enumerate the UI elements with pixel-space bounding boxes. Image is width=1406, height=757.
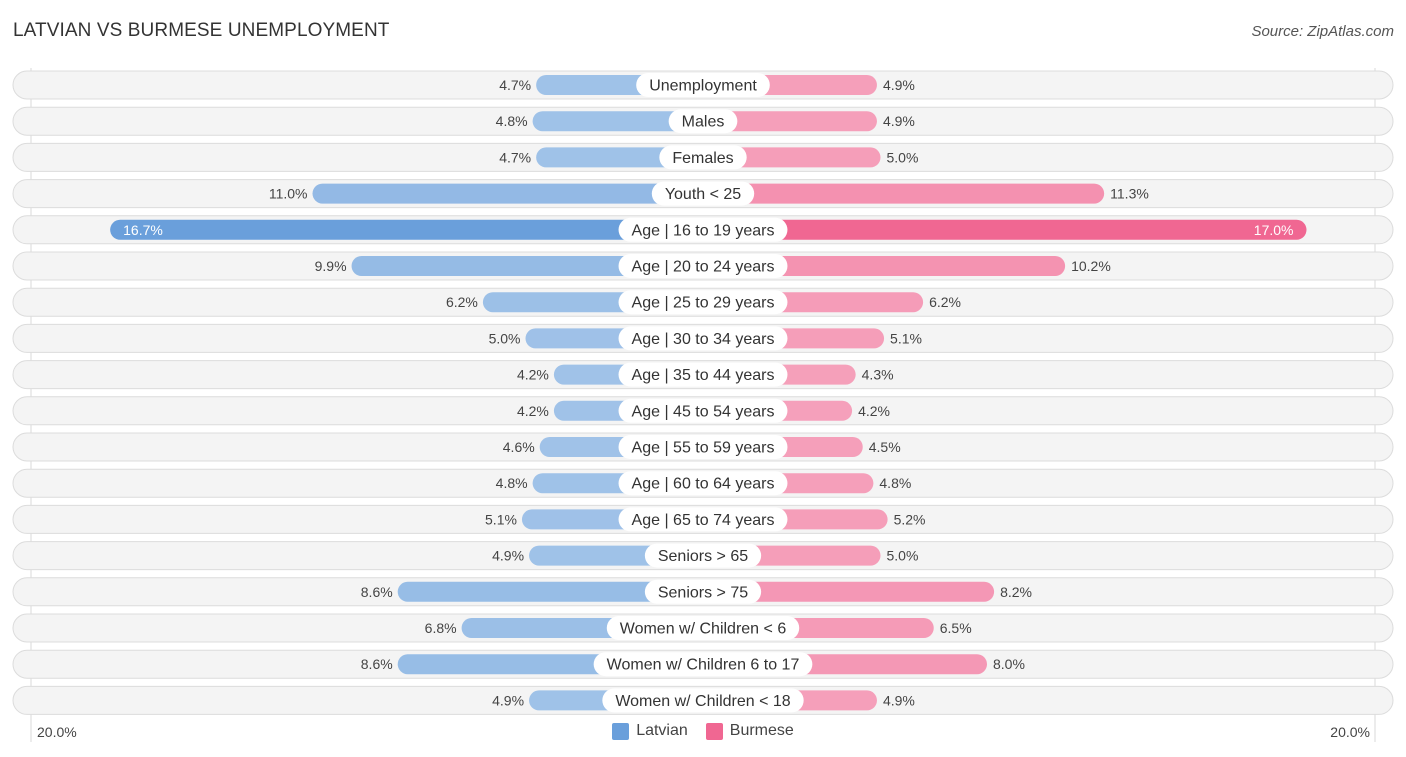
table-row: 8.6% 8.0% Women w/ Children 6 to 17 bbox=[12, 649, 1394, 679]
table-row: 16.7% 17.0% Age | 16 to 19 years bbox=[12, 215, 1394, 245]
table-row: 6.8% 6.5% Women w/ Children < 6 bbox=[12, 613, 1394, 643]
table-row: 4.6% 4.5% Age | 55 to 59 years bbox=[12, 432, 1394, 462]
table-row: 4.8% 4.9% Males bbox=[12, 106, 1394, 136]
value-label-latvian: 8.6% bbox=[361, 656, 393, 672]
category-label: Seniors > 75 bbox=[658, 584, 748, 601]
category-label: Women w/ Children < 18 bbox=[615, 693, 790, 710]
category-label: Males bbox=[682, 114, 725, 131]
bar-burmese[interactable] bbox=[703, 183, 1105, 204]
value-label-burmese: 10.2% bbox=[1071, 258, 1111, 274]
legend-swatch-latvian bbox=[612, 722, 630, 740]
value-label-burmese: 4.8% bbox=[879, 475, 911, 491]
value-label-burmese: 11.3% bbox=[1110, 186, 1149, 202]
value-label-latvian: 4.9% bbox=[492, 548, 524, 564]
value-label-burmese: 5.1% bbox=[890, 330, 922, 346]
value-label-latvian: 4.7% bbox=[499, 149, 531, 165]
bar-burmese[interactable] bbox=[703, 219, 1307, 240]
legend-item-burmese[interactable]: Burmese bbox=[705, 722, 794, 740]
value-label-burmese: 5.0% bbox=[887, 149, 919, 165]
legend-swatch-burmese bbox=[705, 722, 723, 740]
value-label-burmese: 4.9% bbox=[883, 77, 915, 93]
table-row: 5.1% 5.2% Age | 65 to 74 years bbox=[12, 504, 1394, 534]
chart: 4.7% 4.9% Unemployment 4.8% 4.9% Males 4.7% 5.0… bbox=[12, 68, 1394, 742]
legend: Latvian Burmese bbox=[0, 722, 1406, 740]
table-row: 6.2% 6.2% Age | 25 to 29 years bbox=[12, 287, 1394, 317]
value-label-burmese: 4.9% bbox=[883, 113, 915, 129]
category-label: Unemployment bbox=[649, 78, 757, 95]
value-label-latvian: 9.9% bbox=[315, 258, 347, 274]
value-label-burmese: 4.2% bbox=[858, 403, 890, 419]
legend-label-latvian: Latvian bbox=[636, 722, 688, 739]
value-label-latvian: 4.2% bbox=[517, 403, 549, 419]
value-label-burmese: 17.0% bbox=[1254, 222, 1294, 238]
value-label-latvian: 5.0% bbox=[489, 330, 521, 346]
value-label-latvian: 4.8% bbox=[496, 475, 528, 491]
category-label: Age | 45 to 54 years bbox=[632, 403, 775, 420]
value-label-latvian: 4.7% bbox=[499, 77, 531, 93]
table-row: 9.9% 10.2% Age | 20 to 24 years bbox=[12, 251, 1394, 281]
table-row: 4.7% 5.0% Females bbox=[12, 142, 1394, 172]
value-label-burmese: 8.2% bbox=[1000, 584, 1032, 600]
table-row: 8.6% 8.2% Seniors > 75 bbox=[12, 577, 1394, 607]
value-label-burmese: 5.2% bbox=[894, 511, 926, 527]
legend-label-burmese: Burmese bbox=[729, 722, 794, 739]
category-label: Age | 60 to 64 years bbox=[632, 476, 775, 493]
category-label: Youth < 25 bbox=[665, 186, 741, 203]
category-label: Seniors > 65 bbox=[658, 548, 748, 565]
category-label: Age | 16 to 19 years bbox=[632, 222, 775, 239]
table-row: 4.9% 5.0% Seniors > 65 bbox=[12, 541, 1394, 571]
table-row: 11.0% 11.3% Youth < 25 bbox=[12, 179, 1394, 209]
value-label-latvian: 4.8% bbox=[496, 113, 528, 129]
table-row: 5.0% 5.1% Age | 30 to 34 years bbox=[12, 323, 1394, 353]
category-label: Age | 65 to 74 years bbox=[632, 512, 775, 529]
category-label: Age | 25 to 29 years bbox=[632, 295, 775, 312]
value-label-burmese: 6.2% bbox=[929, 294, 961, 310]
value-label-latvian: 4.9% bbox=[492, 692, 524, 708]
value-label-burmese: 4.9% bbox=[883, 692, 915, 708]
value-label-latvian: 11.0% bbox=[269, 186, 308, 202]
category-label: Age | 35 to 44 years bbox=[632, 367, 775, 384]
category-label: Females bbox=[672, 150, 733, 167]
value-label-burmese: 6.5% bbox=[940, 620, 972, 636]
table-row: 4.9% 4.9% Women w/ Children < 18 bbox=[12, 685, 1394, 715]
bar-latvian[interactable] bbox=[110, 219, 703, 240]
table-row: 4.8% 4.8% Age | 60 to 64 years bbox=[12, 468, 1394, 498]
category-label: Women w/ Children 6 to 17 bbox=[607, 657, 800, 674]
category-label: Age | 20 to 24 years bbox=[632, 259, 775, 276]
value-label-latvian: 4.6% bbox=[503, 439, 535, 455]
category-label: Age | 55 to 59 years bbox=[632, 440, 775, 457]
category-label: Age | 30 to 34 years bbox=[632, 331, 775, 348]
value-label-burmese: 4.3% bbox=[862, 367, 894, 383]
value-label-latvian: 16.7% bbox=[123, 222, 163, 238]
value-label-burmese: 4.5% bbox=[869, 439, 901, 455]
value-label-burmese: 8.0% bbox=[993, 656, 1025, 672]
value-label-latvian: 4.2% bbox=[517, 367, 549, 383]
category-label: Women w/ Children < 6 bbox=[620, 621, 787, 638]
bar-latvian[interactable] bbox=[312, 183, 704, 204]
value-label-latvian: 8.6% bbox=[361, 584, 393, 600]
table-row: 4.2% 4.2% Age | 45 to 54 years bbox=[12, 396, 1394, 426]
value-label-latvian: 5.1% bbox=[485, 511, 517, 527]
table-row: 4.7% 4.9% Unemployment bbox=[12, 70, 1394, 100]
table-row: 4.2% 4.3% Age | 35 to 44 years bbox=[12, 360, 1394, 390]
legend-item-latvian[interactable]: Latvian bbox=[612, 722, 688, 740]
value-label-latvian: 6.8% bbox=[425, 620, 457, 636]
value-label-latvian: 6.2% bbox=[446, 294, 478, 310]
value-label-burmese: 5.0% bbox=[887, 548, 919, 564]
